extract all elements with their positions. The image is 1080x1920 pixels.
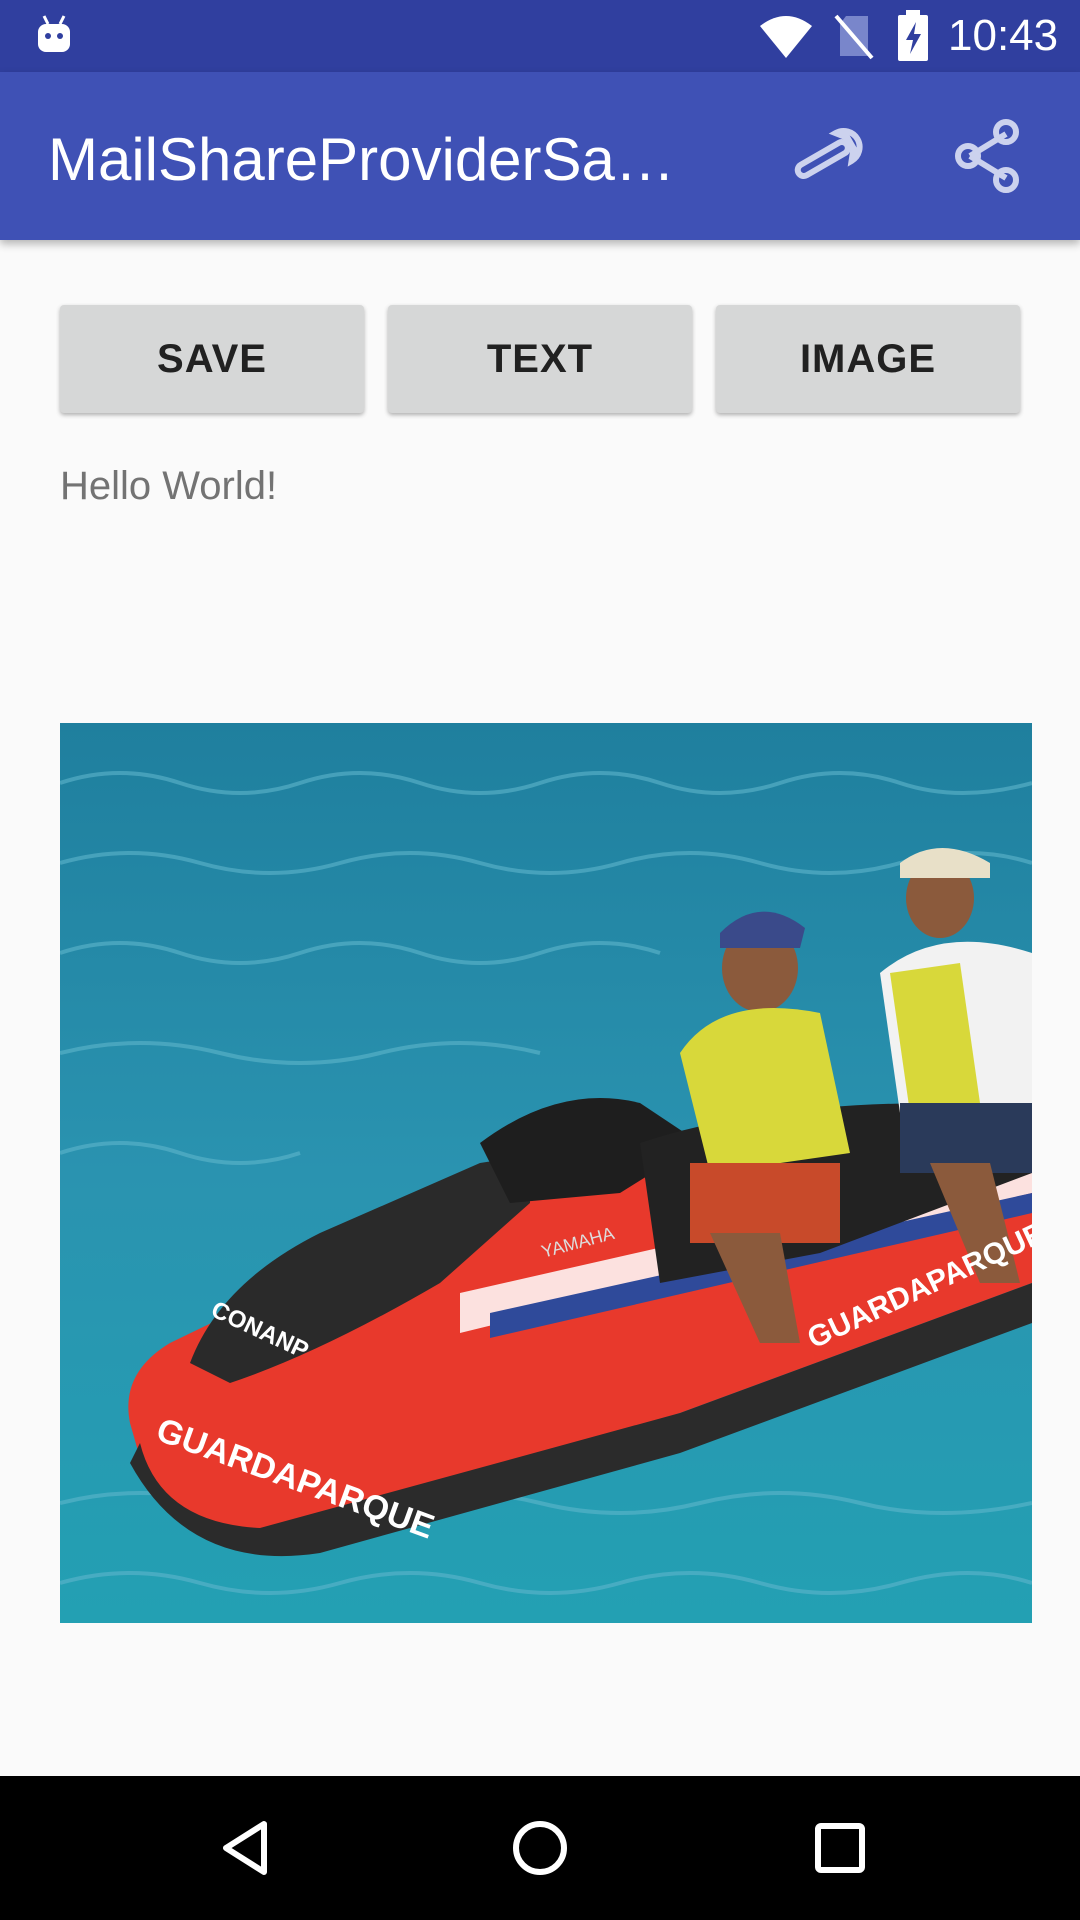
no-sim-icon — [834, 14, 874, 60]
battery-charging-icon — [898, 10, 928, 61]
navigation-bar — [0, 1776, 1080, 1920]
share-icon[interactable] — [948, 116, 1028, 196]
wifi-icon — [760, 16, 812, 58]
hello-text: Hello World! — [60, 464, 278, 508]
text-button[interactable]: TEXT — [388, 305, 692, 413]
image-button[interactable]: IMAGE — [716, 305, 1020, 413]
photo-jet-ski: GUARDAPARQUE GUARDAPARQUE CONANP YAMAHA — [60, 723, 1032, 1623]
app-title: MailShareProviderSam… — [48, 126, 708, 193]
android-icon — [38, 15, 70, 52]
status-bar: 10:43 — [0, 0, 1080, 72]
save-button[interactable]: SAVE — [60, 305, 364, 413]
home-icon[interactable] — [504, 1812, 576, 1884]
recents-icon[interactable] — [804, 1812, 876, 1884]
wrench-icon[interactable] — [780, 116, 876, 196]
app-bar: MailShareProviderSam… — [0, 72, 1080, 240]
status-time: 10:43 — [948, 11, 1059, 60]
back-icon[interactable] — [210, 1812, 282, 1884]
